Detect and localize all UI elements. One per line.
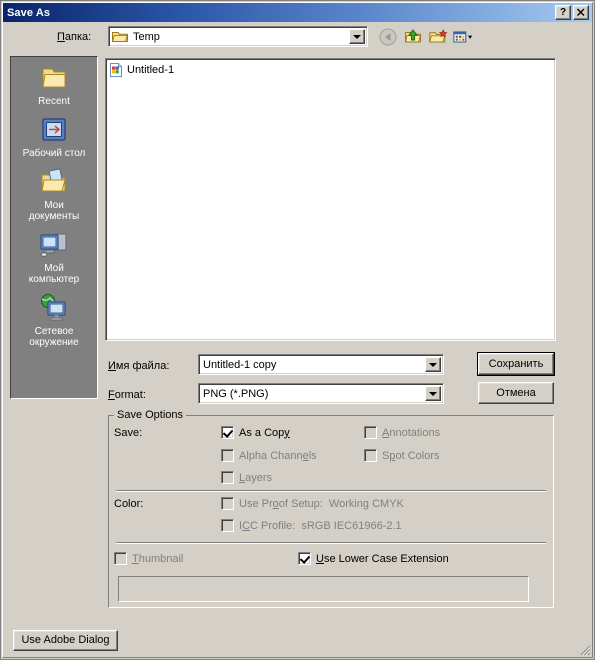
close-icon[interactable] [573, 5, 589, 20]
place-label-network-line1: Сетевое [34, 326, 74, 337]
place-label-my-documents-line1: Мои [44, 200, 64, 211]
resize-grip[interactable] [578, 643, 591, 656]
recent-folder-icon [11, 61, 97, 95]
chevron-down-icon [429, 391, 437, 396]
save-section-label: Save: [114, 427, 143, 439]
color-section-label: Color: [114, 498, 144, 510]
open-folder-icon [112, 30, 128, 43]
place-item-network[interactable]: Сетевое окружение [11, 291, 97, 348]
checkbox-box [221, 497, 234, 510]
format-value: PNG (*.PNG) [203, 387, 269, 400]
navigation-toolbar [377, 27, 474, 47]
list-item-label: Untitled-1 [127, 63, 175, 76]
places-bar: Recent Рабочий стол Мои документы Мой ко… [10, 56, 98, 399]
checkbox-label: Layers [239, 471, 273, 484]
chevron-down-icon [353, 34, 361, 39]
look-in-label-rest: апка: [64, 31, 92, 43]
checkbox-label: Use Proof Setup: Working CMYK [239, 497, 404, 510]
checkbox-use-proof-setup: Use Proof Setup: Working CMYK [221, 497, 404, 510]
checkbox-use-lower-case-extension[interactable]: Use Lower Case Extension [298, 552, 449, 565]
separator-1 [116, 490, 546, 492]
checkbox-box [364, 449, 377, 462]
save-options-legend: Save Options [114, 409, 187, 421]
list-item[interactable]: Untitled-1 [108, 61, 555, 78]
place-item-my-documents[interactable]: Мои документы [11, 165, 97, 222]
checkbox-box[interactable] [298, 552, 311, 565]
checkbox-label: Spot Colors [382, 449, 440, 462]
place-label-recent: Recent [38, 96, 70, 107]
my-documents-icon [11, 165, 97, 199]
filename-input[interactable]: Untitled-1 copy [203, 359, 276, 371]
filename-combobox[interactable]: Untitled-1 copy [198, 354, 444, 375]
place-label-my-documents-line2: документы [28, 211, 80, 222]
checkbox-box [221, 449, 234, 462]
new-folder-icon[interactable] [427, 27, 449, 47]
checkbox-spot-colors: Spot Colors [364, 449, 440, 462]
title-bar-buttons: ? [555, 5, 592, 20]
checkbox-layers: Layers [221, 471, 272, 484]
look-in-dropdown-button[interactable] [349, 29, 365, 44]
checkbox-box [221, 519, 234, 532]
place-item-desktop[interactable]: Рабочий стол [11, 113, 97, 159]
cancel-button[interactable]: Отмена [478, 382, 554, 404]
thumbnail-preview-panel [118, 576, 529, 602]
desktop-icon [11, 113, 97, 147]
title-bar[interactable]: Save As ? [3, 3, 592, 22]
checkbox-label: Thumbnail [132, 552, 184, 565]
checkbox-annotations: Annotations [364, 426, 440, 439]
help-button[interactable]: ? [555, 5, 571, 20]
format-label: Format: [108, 389, 146, 401]
place-label-my-computer-line2: компьютер [28, 274, 80, 285]
checkbox-box [364, 426, 377, 439]
close-glyph [577, 8, 585, 16]
checkbox-label: Use Lower Case Extension [316, 552, 449, 565]
look-in-label: Папка: [57, 31, 92, 43]
use-adobe-dialog-button[interactable]: Use Adobe Dialog [13, 630, 118, 651]
my-computer-icon [11, 228, 97, 262]
checkbox-label: As a Copy [239, 426, 290, 439]
look-in-combobox[interactable]: Temp [108, 26, 368, 47]
checkbox-box [221, 471, 234, 484]
up-one-level-icon[interactable] [402, 27, 424, 47]
checkbox-label: ICC Profile: sRGB IEC61966-2.1 [239, 519, 402, 532]
chevron-down-icon [429, 362, 437, 367]
look-in-row: Папка: Temp [3, 26, 592, 50]
place-item-recent[interactable]: Recent [11, 61, 97, 107]
place-label-my-computer-line1: Мой [44, 263, 64, 274]
format-combobox[interactable]: PNG (*.PNG) [198, 383, 444, 404]
window-title: Save As [7, 6, 51, 19]
back-icon[interactable] [377, 27, 399, 47]
network-icon [11, 291, 97, 325]
file-list[interactable]: Untitled-1 [105, 58, 556, 341]
save-button[interactable]: Сохранить [477, 352, 555, 376]
checkbox-thumbnail: Thumbnail [114, 552, 183, 565]
format-dropdown-button[interactable] [425, 386, 441, 401]
checkbox-alpha-channels: Alpha Channels [221, 449, 317, 462]
views-icon[interactable] [452, 27, 474, 47]
look-in-value: Temp [133, 30, 160, 43]
filename-dropdown-button[interactable] [425, 357, 441, 372]
checkbox-icc-profile: ICC Profile: sRGB IEC61966-2.1 [221, 519, 402, 532]
checkbox-box [114, 552, 127, 565]
place-label-desktop: Рабочий стол [22, 148, 86, 159]
place-label-network-line2: окружение [29, 337, 79, 348]
save-as-dialog: Save As ? Папка: Temp Recent Рабочий сто… [0, 0, 595, 660]
image-file-icon [108, 62, 124, 78]
checkbox-as-a-copy[interactable]: As a Copy [221, 426, 290, 439]
checkbox-label: Annotations [382, 426, 441, 439]
checkbox-box[interactable] [221, 426, 234, 439]
checkbox-label: Alpha Channels [239, 449, 317, 462]
separator-2 [116, 542, 546, 544]
filename-label: Имя файла: [108, 360, 170, 372]
place-item-my-computer[interactable]: Мой компьютер [11, 228, 97, 285]
